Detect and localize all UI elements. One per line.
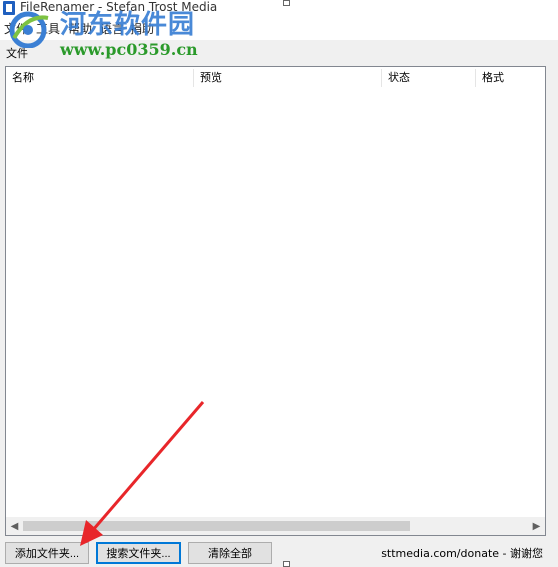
- scrollbar-thumb[interactable]: [23, 521, 410, 531]
- clear-all-button[interactable]: 清除全部: [188, 542, 272, 564]
- donate-link[interactable]: sttmedia.com/donate - 谢谢您: [381, 545, 543, 561]
- column-header-preview[interactable]: 预览: [194, 67, 382, 89]
- chevron-left-icon[interactable]: ◀: [6, 518, 23, 535]
- watermark-url: www.pc0359.cn: [60, 40, 198, 59]
- search-folder-button[interactable]: 搜索文件夹...: [96, 542, 181, 564]
- column-header-name[interactable]: 名称: [6, 67, 194, 89]
- horizontal-scrollbar[interactable]: ◀ ▶: [6, 517, 545, 535]
- resize-handle-top[interactable]: [283, 0, 290, 6]
- resize-handle-bottom[interactable]: [283, 561, 290, 567]
- column-header-format[interactable]: 格式: [476, 67, 546, 89]
- watermark-title: 河东软件园: [60, 10, 196, 40]
- chevron-right-icon[interactable]: ▶: [528, 518, 545, 535]
- file-list[interactable]: 名称 预览 状态 格式 ◀ ▶: [5, 66, 546, 536]
- watermark-logo-icon: [9, 11, 49, 48]
- column-header-row: 名称 预览 状态 格式: [6, 67, 545, 89]
- add-folder-button[interactable]: 添加文件夹...: [5, 542, 89, 564]
- column-header-status[interactable]: 状态: [382, 67, 475, 89]
